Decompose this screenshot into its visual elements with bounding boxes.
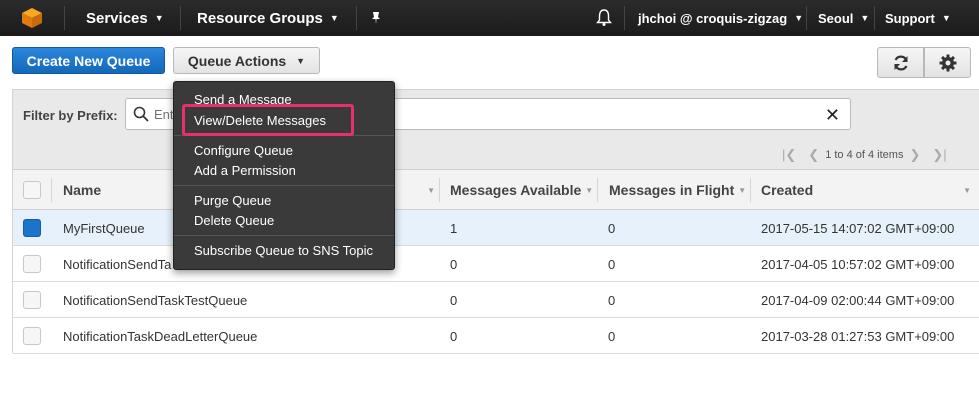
row-checkbox[interactable] <box>23 291 41 309</box>
top-nav: Services ▼ Resource Groups ▼ jhchoi @ cr… <box>0 0 979 36</box>
queue-actions-label: Queue Actions <box>187 52 287 69</box>
menu-item-delete-queue[interactable]: Delete Queue <box>194 213 274 228</box>
created-date: 2017-04-05 10:57:02 GMT+09:00 <box>761 256 955 272</box>
messages-available: 0 <box>450 292 458 308</box>
filter-area: Filter by Prefix: ✕ |❮ ❮ 1 to 4 of 4 ite… <box>13 90 979 170</box>
search-icon <box>133 106 149 122</box>
chevron-down-icon: ▼ <box>941 13 951 23</box>
settings-button[interactable] <box>924 47 971 78</box>
next-page-icon[interactable]: ❯ <box>909 147 920 163</box>
menu-divider <box>174 235 394 236</box>
created-date: 2017-03-28 01:27:53 GMT+09:00 <box>761 328 955 344</box>
support-label: Support <box>885 10 935 26</box>
create-new-queue-button[interactable]: Create New Queue <box>12 47 165 74</box>
chevron-down-icon: ▼ <box>296 55 306 66</box>
services-label: Services <box>86 9 148 27</box>
table-header: Name ▼ Messages Available ▼ Messages in … <box>13 170 979 210</box>
created-date: 2017-05-15 14:07:02 GMT+09:00 <box>761 220 955 236</box>
column-header-label: Messages Available <box>450 182 582 198</box>
chevron-down-icon: ▼ <box>329 13 339 23</box>
nav-divider <box>64 6 65 30</box>
queue-actions-button[interactable]: Queue Actions ▼ <box>173 47 320 74</box>
chevron-down-icon: ▼ <box>794 13 804 23</box>
refresh-button[interactable] <box>877 47 924 78</box>
sort-icon: ▼ <box>963 185 971 195</box>
sort-icon: ▼ <box>427 185 435 195</box>
chevron-down-icon: ▼ <box>154 13 164 23</box>
user-label: jhchoi @ croquis-zigzag <box>638 10 788 26</box>
column-divider <box>439 178 440 202</box>
column-divider <box>750 178 751 202</box>
table-row[interactable]: NotificationSendTaskTestQueue 0 0 2017-0… <box>13 282 979 318</box>
filter-label: Filter by Prefix: <box>23 108 118 123</box>
highlight-box <box>182 104 354 136</box>
table-row[interactable]: NotificationTaskDeadLetterQueue 0 0 2017… <box>13 318 979 354</box>
table-row[interactable]: NotificationSendTa 0 0 2017-04-05 10:57:… <box>13 246 979 282</box>
column-divider <box>597 178 598 202</box>
user-menu[interactable]: jhchoi @ croquis-zigzag ▼ <box>638 0 803 36</box>
gear-icon <box>939 54 956 71</box>
column-header-messages-available[interactable]: Messages Available ▼ <box>450 170 593 210</box>
messages-in-flight: 0 <box>608 256 616 272</box>
menu-item-purge-queue[interactable]: Purge Queue <box>194 193 271 208</box>
column-header-label: Messages in Flight <box>609 182 735 198</box>
nav-divider <box>806 6 807 30</box>
pin-icon[interactable] <box>369 0 383 36</box>
menu-item-add-permission[interactable]: Add a Permission <box>194 163 296 178</box>
column-header-label: Name <box>63 182 102 198</box>
queue-name[interactable]: NotificationSendTaskTestQueue <box>63 282 433 318</box>
region-menu[interactable]: Seoul ▼ <box>818 0 869 36</box>
first-page-icon[interactable]: |❮ <box>782 147 796 163</box>
column-header-label: Created <box>761 182 814 198</box>
column-header-messages-in-flight[interactable]: Messages in Flight ▼ <box>609 170 746 210</box>
sort-icon: ▼ <box>738 185 747 195</box>
messages-available: 1 <box>450 220 458 236</box>
sort-icon: ▼ <box>585 185 594 195</box>
resource-groups-menu[interactable]: Resource Groups ▼ <box>197 0 339 36</box>
aws-logo-icon[interactable] <box>0 0 64 36</box>
chevron-down-icon: ▼ <box>860 13 870 23</box>
prev-page-icon[interactable]: ❮ <box>808 147 819 163</box>
queue-name[interactable]: NotificationTaskDeadLetterQueue <box>63 318 433 354</box>
messages-in-flight: 0 <box>608 328 616 344</box>
refresh-icon <box>893 55 908 70</box>
created-date: 2017-04-09 02:00:44 GMT+09:00 <box>761 292 955 308</box>
support-menu[interactable]: Support ▼ <box>885 0 951 36</box>
services-menu[interactable]: Services ▼ <box>86 0 164 36</box>
pagination-text: 1 to 4 of 4 items <box>825 149 904 161</box>
menu-divider <box>174 185 394 186</box>
last-page-icon[interactable]: ❯| <box>932 147 946 163</box>
row-checkbox[interactable] <box>23 255 41 273</box>
row-checkbox[interactable] <box>23 219 41 237</box>
nav-divider <box>180 6 181 30</box>
messages-available: 0 <box>450 328 458 344</box>
select-all-checkbox[interactable] <box>23 181 41 199</box>
messages-available: 0 <box>450 256 458 272</box>
close-icon[interactable]: ✕ <box>825 105 840 126</box>
column-header-created[interactable]: Created ▼ <box>761 170 971 210</box>
region-label: Seoul <box>818 10 854 26</box>
table-row[interactable]: MyFirstQueue 1 0 2017-05-15 14:07:02 GMT… <box>13 210 979 246</box>
column-divider <box>51 178 52 202</box>
row-checkbox[interactable] <box>23 327 41 345</box>
messages-in-flight: 0 <box>608 292 616 308</box>
menu-item-subscribe-sns[interactable]: Subscribe Queue to SNS Topic <box>194 243 373 258</box>
menu-item-configure-queue[interactable]: Configure Queue <box>194 143 293 158</box>
nav-divider <box>356 6 357 30</box>
nav-divider <box>874 6 875 30</box>
bell-icon[interactable] <box>596 0 612 36</box>
pagination: |❮ ❮ 1 to 4 of 4 items ❯ ❯| <box>776 144 953 166</box>
nav-divider <box>624 6 625 30</box>
messages-in-flight: 0 <box>608 220 616 236</box>
queue-panel: Filter by Prefix: ✕ |❮ ❮ 1 to 4 of 4 ite… <box>12 89 979 354</box>
resource-groups-label: Resource Groups <box>197 9 323 27</box>
